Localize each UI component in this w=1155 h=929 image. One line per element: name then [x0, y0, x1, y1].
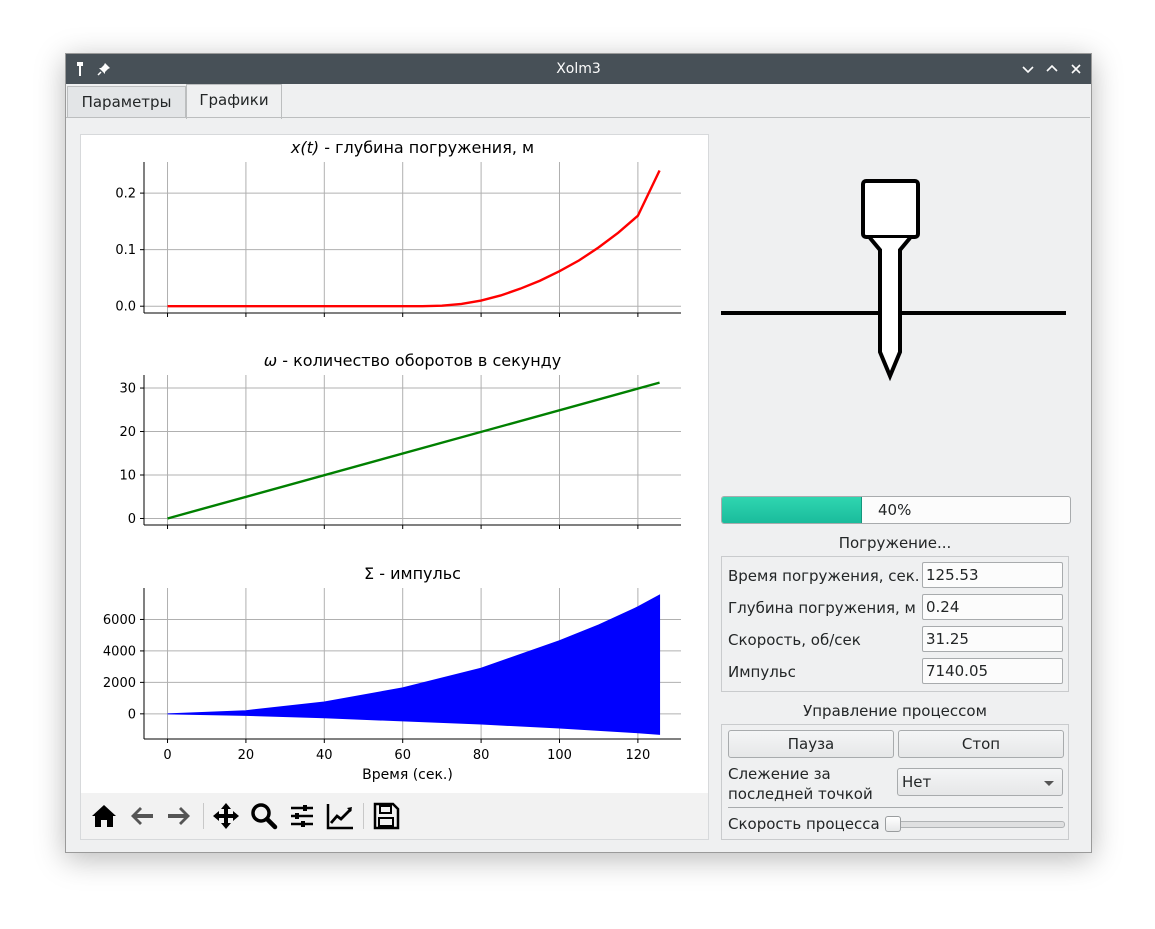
info-group: Время погружения, сек. 125.53 Глубина по… [721, 556, 1069, 692]
chart-title: Σ - импульс [364, 564, 461, 583]
axes-edit-icon[interactable] [325, 801, 355, 831]
tab-parameters[interactable]: Параметры [67, 86, 186, 117]
drill-bit [868, 236, 912, 382]
subplots-config-icon[interactable] [287, 801, 317, 831]
x-tick-label: 100 [547, 748, 572, 763]
follow-select[interactable]: Нет [897, 768, 1063, 796]
data-series-line [167, 169, 661, 308]
maximize-button[interactable] [1043, 60, 1061, 78]
x-tick-label: 0 [163, 748, 171, 763]
close-button[interactable] [1067, 60, 1085, 78]
save-icon[interactable] [371, 801, 401, 831]
separator-line [728, 807, 1063, 808]
time-field[interactable]: 125.53 [922, 562, 1063, 588]
x-axis-label: Время (сек.) [362, 767, 453, 783]
toolbar-separator [203, 803, 204, 829]
process-speed-label: Скорость процесса [728, 815, 880, 833]
chart-title: x(t) - глубина погружения, м [290, 138, 534, 157]
progress-bar: 40% [721, 496, 1071, 524]
toolbar-separator [363, 803, 364, 829]
data-series-line [167, 381, 660, 520]
forward-arrow-icon[interactable] [164, 801, 194, 831]
data-series-area [167, 594, 661, 735]
plot-canvas[interactable]: 0.0 0.1 0.2 x(t) - глубина погружения, м 0 1… [80, 134, 709, 794]
x-tick-label: 60 [394, 748, 411, 763]
speed-label: Скорость, об/сек [728, 631, 861, 649]
y-tick-label: 20 [119, 425, 136, 440]
back-arrow-icon[interactable] [127, 801, 157, 831]
pan-icon[interactable] [211, 801, 241, 831]
y-tick-label: 6000 [103, 613, 136, 628]
x-tick-label: 80 [473, 748, 490, 763]
x-tick-label: 120 [625, 748, 650, 763]
drill-head [861, 179, 920, 239]
progress-fill [722, 497, 863, 523]
y-tick-label: 0.0 [115, 300, 136, 315]
zoom-icon[interactable] [249, 801, 279, 831]
y-tick-label: 10 [119, 469, 136, 484]
control-group-title: Управление процессом [803, 702, 987, 720]
title-bar: Xolm3 [66, 54, 1091, 84]
control-group: Пауза Стоп Слежение за последней точкой … [721, 724, 1069, 840]
speed-field[interactable]: 31.25 [922, 626, 1063, 652]
tab-graphs[interactable]: Графики [186, 84, 282, 119]
pause-button[interactable]: Пауза [728, 730, 894, 758]
follow-select-value: Нет [902, 773, 932, 791]
home-icon[interactable] [89, 801, 119, 831]
y-tick-label: 30 [119, 382, 136, 397]
follow-label-line2: последней точкой [728, 785, 873, 803]
depth-chart: 0.0 0.1 0.2 x(t) - глубина погружения, м [115, 138, 681, 317]
y-tick-label: 2000 [103, 676, 136, 691]
drill-illustration [721, 179, 1066, 382]
tab-bar: Параметры Графики [66, 84, 1091, 119]
window-title: Xolm3 [556, 61, 601, 77]
y-tick-label: 0.2 [115, 187, 136, 202]
status-label: Погружение... [838, 534, 952, 552]
depth-label: Глубина погружения, м [728, 599, 916, 617]
impulse-label: Импульс [728, 663, 796, 681]
chart-title: ω - количество оборотов в секунду [264, 351, 561, 370]
plots-svg: 0.0 0.1 0.2 x(t) - глубина погружения, м 0 1… [103, 138, 681, 783]
graphs-pane: 0.0 0.1 0.2 x(t) - глубина погружения, м 0 1… [66, 117, 1090, 852]
time-label: Время погружения, сек. [728, 567, 920, 585]
depth-field[interactable]: 0.24 [922, 594, 1063, 620]
speed-slider[interactable] [887, 821, 1065, 828]
progress-text: 40% [878, 501, 912, 519]
speed-slider-handle[interactable] [885, 816, 901, 832]
x-tick-label: 40 [316, 748, 333, 763]
impulse-chart: 0 20 40 60 80 100 120 0 2000 4000 6000 Σ - импульс В… [103, 564, 681, 783]
y-tick-label: 4000 [103, 644, 136, 659]
y-tick-label: 0 [128, 707, 136, 722]
y-tick-label: 0.1 [115, 243, 136, 258]
main-window: Xolm3 Параметры Графики 0.0 0.1 0.2 x(t) - … [65, 53, 1092, 853]
y-tick-label: 0 [128, 512, 136, 527]
chevron-down-icon [1044, 781, 1054, 786]
stop-button[interactable]: Стоп [898, 730, 1064, 758]
follow-label-line1: Слежение за [728, 765, 831, 783]
plot-toolbar [80, 793, 709, 840]
impulse-field[interactable]: 7140.05 [922, 658, 1063, 684]
x-tick-label: 20 [238, 748, 255, 763]
rotation-chart: 0 10 20 30 ω - количество оборотов в секунду [119, 351, 681, 529]
minimize-button[interactable] [1019, 60, 1037, 78]
right-panel: 40% Погружение... Время погружения, сек.… [721, 134, 1071, 844]
follow-label: Слежение за последней точкой [728, 764, 873, 804]
